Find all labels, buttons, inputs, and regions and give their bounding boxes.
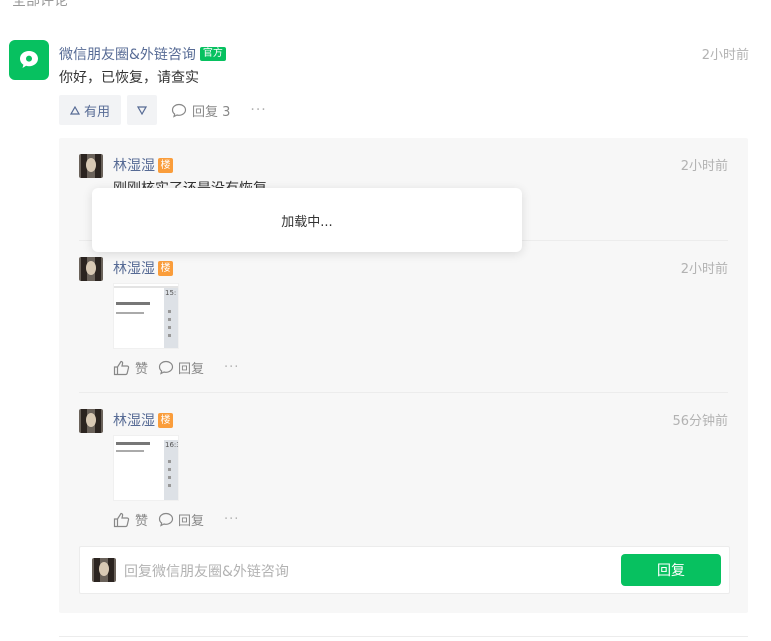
- comment-actions: 有用 回复 3 ···: [59, 95, 267, 125]
- screenshot-thumbnail[interactable]: 16:3: [113, 435, 179, 501]
- author-name[interactable]: 微信朋友圈&外链咨询: [59, 44, 196, 64]
- user-avatar[interactable]: [79, 154, 103, 178]
- thumbnail-time: 15:: [165, 289, 177, 297]
- official-avatar[interactable]: [9, 40, 49, 80]
- reply-actions: 赞 回复 ···: [113, 358, 239, 377]
- not-useful-button[interactable]: [127, 95, 157, 125]
- user-avatar[interactable]: [79, 409, 103, 433]
- reply-label: 回复: [178, 362, 205, 377]
- comment-text: 你好，已恢复，请查实: [59, 70, 199, 86]
- reply-author-name[interactable]: 林湿湿: [113, 410, 155, 430]
- reply-input-box: 回复微信朋友圈&外链咨询 回复: [79, 546, 730, 594]
- official-badge: 官方: [199, 47, 226, 61]
- floor-badge: 楼: [158, 412, 173, 428]
- current-user-avatar: [92, 558, 116, 582]
- triangle-up-icon: [69, 105, 80, 115]
- like-label: 赞: [135, 362, 149, 377]
- section-title-fragment: 全部评论: [12, 0, 68, 9]
- more-options-icon[interactable]: ···: [224, 360, 239, 375]
- reply-time: 2小时前: [680, 262, 728, 277]
- comment-author[interactable]: 微信朋友圈&外链咨询 官方: [59, 44, 226, 64]
- floor-badge: 楼: [158, 260, 173, 276]
- useful-button[interactable]: 有用: [59, 95, 121, 125]
- thumbs-up-icon: [113, 360, 130, 375]
- thumbs-up-icon: [113, 512, 130, 527]
- useful-label: 有用: [83, 104, 110, 120]
- chat-bubble-logo-icon: [20, 51, 38, 68]
- comment-bubble-icon: [158, 360, 174, 375]
- screenshot-thumbnail[interactable]: 15:: [113, 283, 179, 349]
- loading-text: 加载中...: [281, 214, 333, 230]
- more-options-icon[interactable]: ···: [250, 102, 266, 118]
- user-avatar[interactable]: [79, 257, 103, 281]
- comment-bubble-icon: [171, 103, 187, 118]
- reply-author[interactable]: 林湿湿 楼: [113, 410, 173, 430]
- reply-label: 回复: [178, 514, 205, 529]
- reply-button[interactable]: 回复: [158, 358, 204, 377]
- more-options-icon[interactable]: ···: [224, 512, 239, 527]
- reply-author-name[interactable]: 林湿湿: [113, 155, 155, 175]
- divider: [59, 636, 748, 637]
- like-button[interactable]: 赞: [113, 358, 148, 377]
- thumbnail-time: 16:3: [165, 441, 178, 449]
- top-cutoff: 全部评论: [0, 0, 771, 10]
- reply-author[interactable]: 林湿湿 楼: [113, 155, 173, 175]
- reply-time: 2小时前: [680, 159, 728, 174]
- reply-count-label: 回复 3: [192, 104, 231, 120]
- reply-actions: 赞 回复 ···: [113, 510, 239, 529]
- like-button[interactable]: 赞: [113, 510, 148, 529]
- like-label: 赞: [135, 514, 149, 529]
- reply-author[interactable]: 林湿湿 楼: [113, 258, 173, 278]
- reply-time: 56分钟前: [672, 414, 728, 429]
- reply-item: 林湿湿 楼 2小时前 15: 赞 回复 ···: [59, 241, 748, 393]
- comment-bubble-icon: [158, 512, 174, 527]
- submit-reply-button[interactable]: 回复: [621, 554, 721, 586]
- reply-input[interactable]: 回复微信朋友圈&外链咨询: [124, 561, 289, 581]
- loading-toast: 加载中...: [92, 188, 522, 252]
- comment-time: 2小时前: [701, 48, 749, 63]
- reply-item: 林湿湿 楼 56分钟前 16:3 赞 回复 ···: [59, 393, 748, 543]
- reply-button[interactable]: 回复 3: [171, 101, 230, 120]
- reply-author-name[interactable]: 林湿湿: [113, 258, 155, 278]
- reply-button[interactable]: 回复: [158, 510, 204, 529]
- floor-badge: 楼: [158, 157, 173, 173]
- triangle-down-icon: [137, 105, 147, 115]
